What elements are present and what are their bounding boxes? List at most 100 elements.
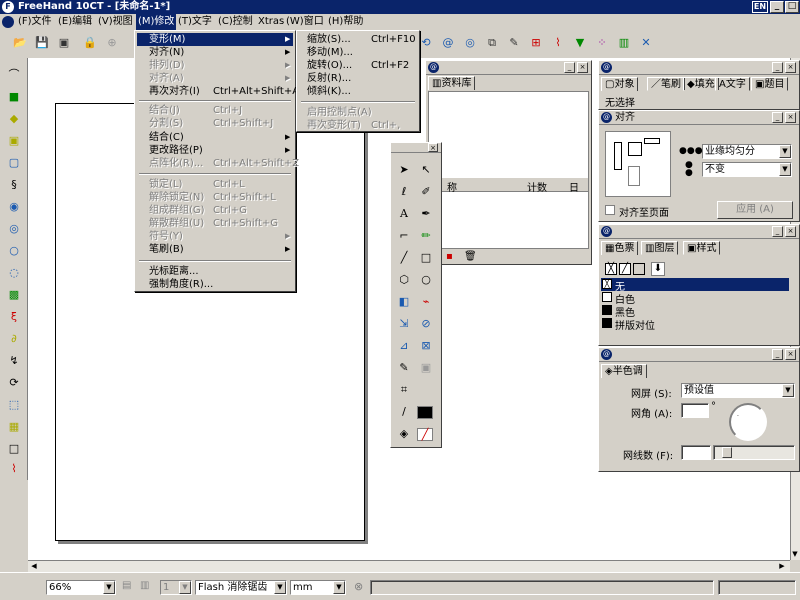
eyedropper-icon[interactable]: ✎: [506, 35, 522, 51]
knife-icon[interactable]: ⌁: [417, 293, 435, 311]
transform-icon[interactable]: ⟲: [418, 35, 434, 51]
union-icon[interactable]: ◉: [5, 198, 23, 216]
transform-menu-item[interactable]: 移动(M)...: [299, 46, 417, 59]
bezigon-icon[interactable]: ⌐: [395, 227, 413, 245]
yellow-shape-icon[interactable]: ◆: [5, 110, 23, 128]
col-count[interactable]: 计数: [527, 179, 547, 194]
shadow-icon[interactable]: ⬚: [5, 396, 23, 414]
freeform-icon[interactable]: ✎: [395, 359, 413, 377]
menu-help[interactable]: (H)帮助: [328, 14, 363, 30]
panel-close-button[interactable]: ×: [785, 349, 796, 360]
maximize-button[interactable]: □: [785, 1, 799, 13]
tab-stroke[interactable]: ／笔刷: [647, 77, 685, 91]
angle-dial[interactable]: ·: [729, 403, 767, 441]
panel-close-button[interactable]: ×: [785, 226, 796, 237]
roughen-icon[interactable]: ∂: [5, 330, 23, 348]
slider-thumb[interactable]: [722, 447, 732, 458]
wave-icon[interactable]: ⌇: [5, 460, 23, 478]
spiral-icon[interactable]: @: [440, 35, 456, 51]
square-outline-icon[interactable]: □: [5, 440, 23, 458]
swatch-row[interactable]: 黑色: [601, 304, 789, 319]
rotate-tool-icon[interactable]: ⊘: [417, 315, 435, 333]
new-symbol-icon[interactable]: ▪: [446, 251, 453, 262]
lines-input[interactable]: [681, 445, 711, 460]
menu-control[interactable]: (C)控制: [218, 14, 253, 30]
modify-menu-item[interactable]: 变形(M) ▶: [137, 33, 293, 46]
horizontal-align-select[interactable]: 业缘均匀分 ▼: [702, 144, 792, 159]
options-arrow-icon[interactable]: ⬇: [651, 262, 665, 276]
library-list[interactable]: 称 计数 日: [428, 91, 589, 249]
vertical-align-select[interactable]: 不变 ▼: [702, 162, 792, 177]
menu-file[interactable]: (F)文件: [18, 14, 52, 30]
fill-color-icon[interactable]: ◈: [395, 425, 413, 443]
chart-icon[interactable]: ▥: [616, 35, 632, 51]
transparency-icon[interactable]: ▩: [5, 286, 23, 304]
angle-input[interactable]: [681, 403, 709, 418]
trace-icon[interactable]: ⊠: [417, 337, 435, 355]
halftone-panel-title[interactable]: @ _ ×: [599, 348, 799, 362]
freehand-app-icon[interactable]: F: [2, 1, 14, 13]
page-select[interactable]: 1 ▼: [160, 580, 192, 595]
add-points-icon[interactable]: ↯: [5, 352, 23, 370]
menu-edit[interactable]: (E)编辑: [58, 14, 92, 30]
language-indicator[interactable]: EN: [752, 1, 768, 13]
lasso-icon[interactable]: ℓ: [395, 183, 413, 201]
paste-icon[interactable]: ⧉: [484, 35, 500, 51]
tools-panel-title[interactable]: ×: [391, 143, 441, 153]
tab-library[interactable]: ▥资料库: [428, 76, 476, 90]
eyedropper-icon[interactable]: ✐: [417, 183, 435, 201]
blend-icon[interactable]: §: [5, 176, 23, 194]
scroll-left-icon[interactable]: ◀: [28, 561, 40, 571]
page-icon[interactable]: ▥: [140, 580, 149, 591]
text-tool-icon[interactable]: A: [395, 205, 413, 223]
unlock-icon[interactable]: ⊕: [104, 35, 120, 51]
library-panel-title[interactable]: @ _ ×: [426, 61, 591, 75]
menu-text[interactable]: (T)文字: [178, 14, 212, 30]
subselect-icon[interactable]: ↖: [417, 161, 435, 179]
zigzag-icon[interactable]: ⌇: [550, 35, 566, 51]
modify-menu-item[interactable]: 强制角度(R)...: [137, 278, 293, 291]
object-panel-title[interactable]: @ _ ×: [599, 61, 799, 75]
tab-halftone[interactable]: ◈半色调: [601, 364, 647, 378]
fractalize-icon[interactable]: ξ: [5, 308, 23, 326]
modify-menu-item[interactable]: 更改路径(P) ▶: [137, 144, 293, 157]
tab-styles[interactable]: ▣样式: [683, 241, 721, 255]
transform-menu-item[interactable]: 缩放(S)... Ctrl+F10: [299, 33, 417, 46]
col-name[interactable]: 称: [447, 179, 457, 194]
fill-swatch-icon[interactable]: [633, 263, 645, 275]
panel-minimize-button[interactable]: _: [772, 226, 783, 237]
modify-menu-item[interactable]: 再次对齐(I) Ctrl+Alt+Shift+A: [137, 85, 299, 98]
tab-title[interactable]: ▣题目: [751, 77, 789, 91]
pointer-icon[interactable]: ➤: [395, 161, 413, 179]
panel-minimize-button[interactable]: _: [564, 62, 575, 73]
save-icon[interactable]: 💾: [34, 35, 50, 51]
scale-icon[interactable]: ⇲: [395, 315, 413, 333]
open-icon[interactable]: 📂: [12, 35, 28, 51]
tab-text[interactable]: A文字: [715, 77, 750, 91]
tab-fill[interactable]: ◆填充: [683, 77, 719, 91]
minimize-button[interactable]: _: [770, 1, 784, 13]
pencil-icon[interactable]: ✏: [417, 227, 435, 245]
emboss-icon[interactable]: ⁘: [594, 35, 610, 51]
lines-slider[interactable]: [713, 445, 795, 460]
panel-close-button[interactable]: ×: [785, 112, 796, 123]
panel-minimize-button[interactable]: _: [772, 349, 783, 360]
horizontal-scrollbar[interactable]: ◀ ▶: [28, 560, 790, 572]
tab-swatches[interactable]: ▦色票: [601, 241, 639, 255]
render-mode-select[interactable]: Flash 消除锯齿 ▼: [195, 580, 287, 595]
chart-tool-icon[interactable]: ▣: [417, 359, 435, 377]
reflect-icon[interactable]: ◧: [395, 293, 413, 311]
rotate-icon[interactable]: ⟳: [5, 374, 23, 392]
transform-menu-item[interactable]: 旋转(O)... Ctrl+F2: [299, 59, 417, 72]
tab-layers[interactable]: ▥图层: [641, 241, 679, 255]
page-prev-icon[interactable]: ▤: [122, 580, 131, 591]
lock-icon[interactable]: 🔒: [82, 35, 98, 51]
swatch-row[interactable]: ╳ 无: [601, 278, 789, 293]
align-preview[interactable]: [605, 131, 671, 197]
stroke-color-icon[interactable]: /: [395, 403, 413, 421]
swatch-row[interactable]: 白色: [601, 291, 789, 306]
punch-icon[interactable]: ○: [5, 242, 23, 260]
modify-menu-item[interactable]: 笔刷(B) ▶: [137, 243, 293, 256]
modify-menu-item[interactable]: 光标距离...: [137, 265, 293, 278]
mirror-icon[interactable]: ✕: [638, 35, 654, 51]
